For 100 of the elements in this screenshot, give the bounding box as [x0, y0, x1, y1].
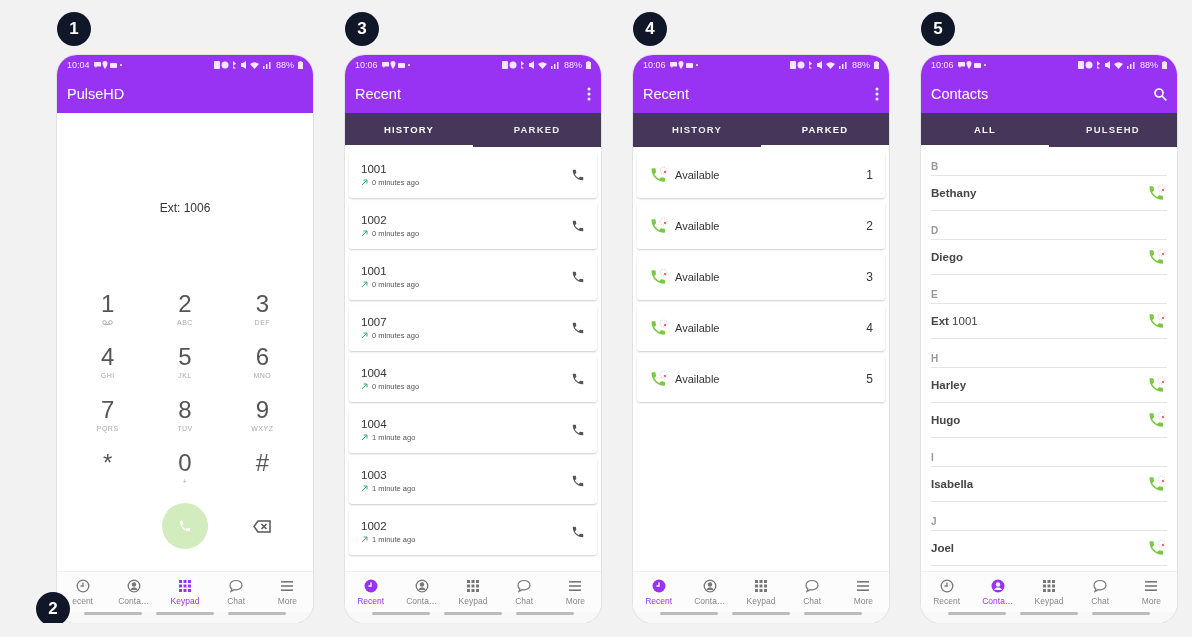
nav-item[interactable]: Conta…	[982, 578, 1014, 606]
contact-name[interactable]: Diego	[931, 251, 963, 263]
phone-status-icon[interactable]	[1147, 312, 1167, 330]
dial-key[interactable]: 1	[69, 291, 147, 344]
nav-item[interactable]: ecent	[72, 578, 93, 606]
step-badge: 3	[345, 12, 379, 46]
more-options-icon[interactable]	[875, 87, 879, 101]
phone-status-icon[interactable]	[1147, 539, 1167, 557]
phone-status-icon[interactable]	[1147, 411, 1167, 429]
gesture-bar	[660, 612, 718, 615]
contact-name[interactable]: Ext 1001	[931, 315, 978, 327]
nav-item[interactable]: More	[277, 578, 298, 606]
notification-icons-drawing	[93, 61, 122, 69]
person-icon	[990, 578, 1005, 593]
battery-level: 88%	[852, 60, 870, 70]
dialpad-icon	[1042, 578, 1056, 593]
nav-item[interactable]: Conta…	[406, 578, 438, 606]
person-icon	[126, 578, 141, 593]
battery-level: 88%	[564, 60, 582, 70]
chat-bubble-icon	[229, 578, 244, 593]
phone-status-icon[interactable]	[1147, 248, 1167, 266]
outgoing-arrow-icon	[361, 281, 368, 288]
phone-status-icon[interactable]	[649, 319, 669, 337]
nav-item[interactable]: More	[1141, 578, 1162, 606]
parked-slot-card[interactable]: Available 4	[637, 305, 885, 351]
dial-key[interactable]: *	[69, 450, 147, 503]
slot-status: Available	[675, 373, 721, 385]
call-number: 1007	[361, 316, 388, 328]
status-time: 10:06	[643, 60, 666, 70]
outgoing-arrow-icon	[361, 536, 368, 543]
nav-item[interactable]: Recent	[933, 578, 961, 606]
clock-icon	[75, 578, 90, 593]
battery-icon	[298, 61, 303, 69]
phone-icon[interactable]	[571, 321, 585, 335]
nav-item[interactable]: Conta…	[694, 578, 726, 606]
call-button[interactable]	[162, 503, 208, 549]
contact-name[interactable]: Hugo	[931, 414, 961, 426]
phone-status-icon[interactable]	[1147, 184, 1167, 202]
phone-status-icon[interactable]	[1147, 475, 1167, 493]
step-badge: 1	[57, 12, 91, 46]
phone-icon[interactable]	[571, 372, 585, 386]
nav-item[interactable]: Keypad	[1034, 578, 1064, 606]
phone-icon[interactable]	[571, 270, 585, 284]
section-letter: H	[931, 339, 1167, 368]
person-icon	[702, 578, 717, 593]
status-time: 10:06	[355, 60, 378, 70]
nav-item[interactable]: Chat	[227, 578, 246, 606]
nav-item[interactable]: Recent	[357, 578, 385, 606]
nav-item[interactable]: Conta…	[118, 578, 150, 606]
nav-item[interactable]: Chat	[1091, 578, 1110, 606]
slot-number: 1	[866, 168, 873, 182]
outgoing-arrow-icon	[361, 434, 368, 441]
parked-slot-card[interactable]: Available 3	[637, 254, 885, 300]
nav-item[interactable]: More	[565, 578, 586, 606]
contact-name[interactable]: Bethany	[931, 187, 977, 199]
slot-status: Available	[675, 322, 721, 334]
system-icons-drawing	[502, 61, 560, 69]
call-number: 1002	[361, 214, 388, 226]
system-icons-drawing	[790, 61, 848, 69]
step-badge: 2	[36, 592, 70, 623]
battery-icon	[1162, 61, 1167, 69]
phone-icon[interactable]	[571, 474, 585, 488]
nav-item[interactable]: More	[853, 578, 874, 606]
phone-icon[interactable]	[571, 168, 585, 182]
nav-item[interactable]: Recent	[645, 578, 673, 606]
gesture-bar	[84, 612, 142, 615]
phone-status-icon[interactable]	[649, 370, 669, 388]
phone-status-icon[interactable]	[649, 268, 669, 286]
backspace-icon[interactable]	[253, 519, 272, 533]
battery-icon	[874, 61, 879, 69]
gesture-bar	[732, 612, 790, 615]
phone-status-icon[interactable]	[1147, 376, 1167, 394]
gesture-bar	[372, 612, 430, 615]
nav-item[interactable]: Chat	[515, 578, 534, 606]
phone-icon[interactable]	[571, 525, 585, 539]
dial-key[interactable]: #	[223, 450, 301, 503]
phone-icon[interactable]	[571, 219, 585, 233]
phone-icon[interactable]	[571, 423, 585, 437]
nav-item[interactable]: Chat	[803, 578, 822, 606]
nav-item[interactable]: Keypad	[746, 578, 776, 606]
parked-slot-card[interactable]: Available 1	[637, 152, 885, 198]
section-letter: I	[931, 438, 1167, 467]
chat-bubble-icon	[1093, 578, 1108, 593]
slot-number: 2	[866, 219, 873, 233]
phone-status-icon[interactable]	[649, 166, 669, 184]
more-options-icon[interactable]	[587, 87, 591, 101]
contact-name[interactable]: Isabella	[931, 478, 974, 490]
contact-name[interactable]: Joel	[931, 542, 954, 554]
gesture-bar	[516, 612, 574, 615]
search-icon[interactable]	[1154, 87, 1167, 101]
contact-name[interactable]: Harley	[931, 379, 967, 391]
phone-status-icon[interactable]	[649, 217, 669, 235]
outgoing-arrow-icon	[361, 332, 368, 339]
clock-icon	[939, 578, 954, 593]
parked-slot-card[interactable]: Available 5	[637, 356, 885, 402]
gesture-bar	[1020, 612, 1078, 615]
nav-item[interactable]: Keypad	[170, 578, 200, 606]
person-icon	[414, 578, 429, 593]
parked-slot-card[interactable]: Available 2	[637, 203, 885, 249]
nav-item[interactable]: Keypad	[458, 578, 488, 606]
